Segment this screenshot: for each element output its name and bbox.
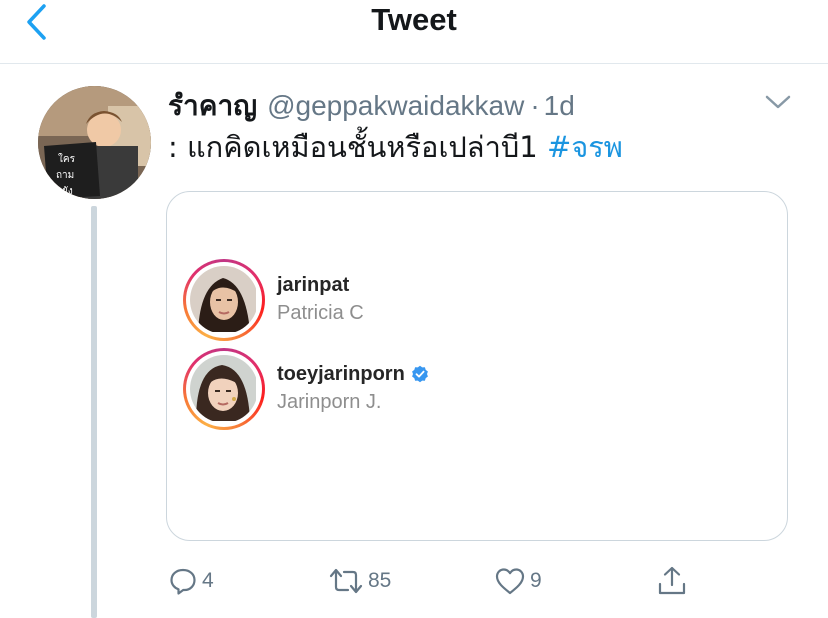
timestamp[interactable]: 1d [544,90,575,122]
top-nav-bar: Tweet [0,0,828,64]
retweet-icon [329,568,363,594]
page-title: Tweet [371,2,457,37]
tweet-media-image[interactable]: jarinpat Patricia C toeyjarinporn Jarinp… [166,191,788,541]
list-item: jarinpat Patricia C [183,259,364,341]
retweet-count: 85 [368,569,392,592]
hashtag-link[interactable]: #จรพ [547,130,623,164]
ig-full-name: Patricia C [277,302,364,324]
tweet-text: : แกคิดเหมือนชั้นหรือเปล่าบี1 #จรพ [168,128,623,166]
heart-icon [495,568,525,595]
reply-button[interactable]: 4 [168,560,214,602]
username[interactable]: @geppakwaidakkaw [267,90,524,122]
tweet-menu-button[interactable] [764,92,792,112]
ig-username-row: toeyjarinporn [277,361,429,387]
avatar[interactable]: ใคร ถาม ยัง [38,86,151,199]
like-count: 9 [530,569,542,592]
story-ring [183,348,265,430]
profile-photo [190,266,258,334]
svg-text:ถาม: ถาม [56,170,74,181]
reply-count: 4 [202,569,214,592]
ig-username: jarinpat [277,274,350,296]
share-icon [658,566,686,595]
profile-photo [190,355,258,423]
avatar-photo: ใคร ถาม ยัง [38,86,151,199]
ig-full-name: Jarinporn J. [277,391,382,413]
story-ring [183,259,265,341]
ig-username: toeyjarinporn [277,363,405,385]
verified-badge-icon [411,365,428,383]
share-button[interactable] [656,560,688,602]
separator-dot: · [530,90,540,121]
thread-line [91,206,97,618]
like-button[interactable]: 9 [494,560,542,602]
retweet-button[interactable]: 85 [328,560,391,602]
tweet-actions: 4 85 9 [0,560,828,602]
list-item: toeyjarinporn Jarinporn J. [183,348,429,430]
tweet-text-body: : แกคิดเหมือนชั้นหรือเปล่าบี1 [168,130,547,164]
avatar-sign-text: ใคร [58,153,76,165]
svg-text:ยัง: ยัง [62,186,73,197]
display-name[interactable]: รำคาญ [168,84,257,128]
tweet-header: รำคาญ @geppakwaidakkaw · 1d [168,84,575,122]
chevron-down-icon [765,95,791,109]
reply-icon [170,568,196,595]
